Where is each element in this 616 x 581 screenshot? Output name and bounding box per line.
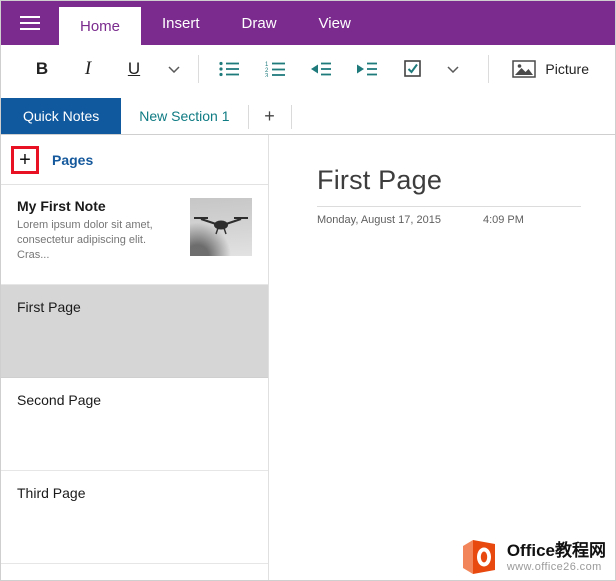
section-tab-quick-notes[interactable]: Quick Notes	[1, 98, 121, 134]
svg-text:3: 3	[265, 74, 269, 78]
decrease-indent-button[interactable]	[298, 49, 344, 89]
todo-tag-button[interactable]	[390, 49, 436, 89]
note-title: My First Note	[17, 198, 165, 214]
note-text: My First Note Lorem ipsum dolor sit amet…	[17, 198, 165, 284]
page-meta: Monday, August 17, 2015 4:09 PM	[317, 214, 581, 226]
bold-button[interactable]: B	[19, 49, 65, 89]
underline-button[interactable]: U	[111, 49, 157, 89]
page-date: Monday, August 17, 2015	[317, 214, 441, 226]
pages-panel: + Pages My First Note Lorem ipsum dolor …	[1, 135, 269, 581]
hamburger-icon	[20, 16, 40, 18]
office-logo-icon	[459, 537, 499, 577]
section-tab-new-section-1[interactable]: New Section 1	[121, 98, 247, 134]
tab-draw[interactable]: Draw	[221, 1, 298, 45]
tags-chevron-button[interactable]	[436, 49, 470, 89]
toolbar-separator	[198, 55, 199, 83]
formatting-toolbar: B I U 1 2 3	[1, 45, 615, 93]
page-content: First Page Monday, August 17, 2015 4:09 …	[269, 135, 615, 581]
page-title[interactable]: First Page	[317, 165, 615, 196]
page-list-item-third-page[interactable]: Third Page	[1, 471, 268, 564]
onenote-window: Home Insert Draw View B I U	[0, 0, 616, 581]
font-options-chevron-button[interactable]	[157, 49, 191, 89]
chevron-down-icon	[168, 66, 180, 73]
picture-label: Picture	[545, 61, 589, 77]
watermark-brand: Office教程网	[507, 541, 606, 561]
pages-header: + Pages	[1, 135, 268, 185]
watermark-text: Office教程网 www.office26.com	[507, 541, 606, 573]
tab-view[interactable]: View	[298, 1, 372, 45]
watermark-url: www.office26.com	[507, 561, 606, 573]
section-separator	[291, 105, 292, 129]
add-page-button[interactable]: +	[11, 146, 39, 174]
main-body: + Pages My First Note Lorem ipsum dolor …	[1, 135, 615, 581]
ribbon-bar: Home Insert Draw View	[1, 1, 615, 45]
picture-icon	[512, 60, 536, 78]
tab-home[interactable]: Home	[59, 7, 141, 45]
add-section-button[interactable]: +	[249, 98, 291, 134]
drone-photo-icon	[190, 198, 252, 256]
ribbon-tabs: Home Insert Draw View	[59, 1, 372, 45]
tab-insert[interactable]: Insert	[141, 1, 221, 45]
toolbar-right-group: Picture	[481, 49, 605, 89]
bullet-list-button[interactable]	[206, 49, 252, 89]
numbered-list-button[interactable]: 1 2 3	[252, 49, 298, 89]
increase-indent-icon	[357, 61, 377, 77]
watermark: Office教程网 www.office26.com	[459, 537, 606, 577]
todo-checkbox-icon	[404, 60, 422, 78]
page-list-item-second-page[interactable]: Second Page	[1, 378, 268, 471]
note-preview: Lorem ipsum dolor sit amet, consectetur …	[17, 218, 165, 263]
hamburger-menu-button[interactable]	[1, 1, 59, 45]
page-thumbnail	[190, 198, 252, 256]
increase-indent-button[interactable]	[344, 49, 390, 89]
italic-button[interactable]: I	[65, 49, 111, 89]
decrease-indent-icon	[311, 61, 331, 77]
picture-button[interactable]: Picture	[496, 49, 605, 89]
bullet-list-icon	[219, 61, 239, 77]
title-underline	[317, 206, 581, 207]
pages-label: Pages	[52, 152, 93, 168]
numbered-list-icon: 1 2 3	[265, 61, 285, 77]
section-tabs-bar: Quick Notes New Section 1 +	[1, 93, 615, 135]
page-list-item-my-first-note[interactable]: My First Note Lorem ipsum dolor sit amet…	[1, 185, 268, 285]
toolbar-separator	[488, 55, 489, 83]
page-time: 4:09 PM	[483, 214, 524, 226]
page-list-item-first-page[interactable]: First Page	[1, 285, 268, 378]
chevron-down-icon	[447, 66, 459, 73]
